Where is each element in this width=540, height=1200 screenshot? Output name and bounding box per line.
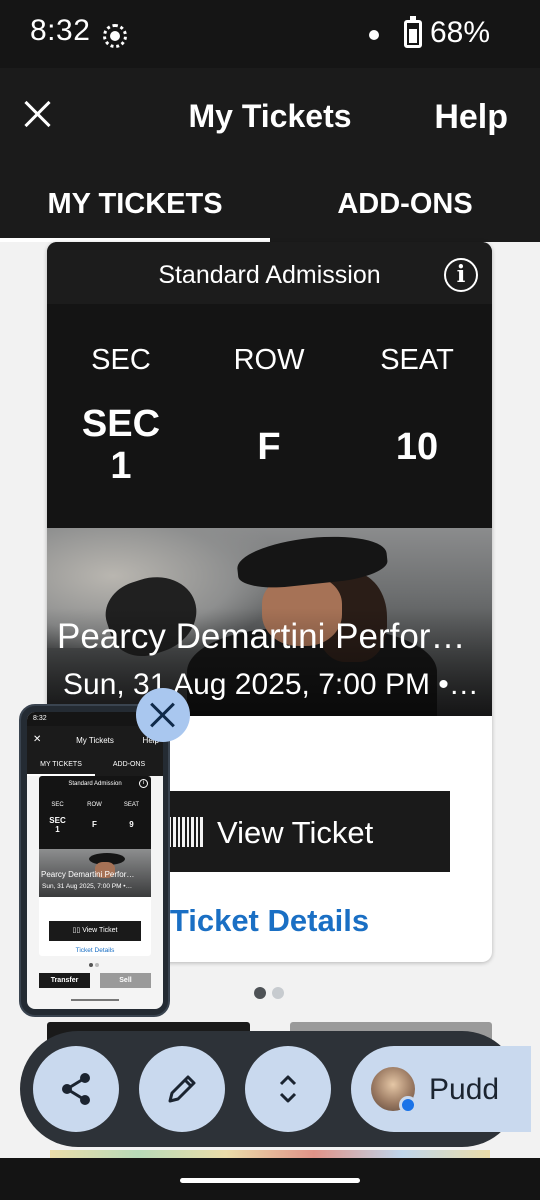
event-date: Sun, 31 Aug 2025, 7:00 PM •… [63, 668, 479, 701]
contact-name: Pudd [429, 1073, 500, 1106]
preview-sec-label: SEC [51, 802, 64, 808]
seat-label: SEAT [380, 344, 454, 376]
status-time: 8:32 [30, 14, 91, 47]
dismiss-preview-button[interactable] [136, 688, 190, 742]
battery-percent: 68% [430, 16, 491, 49]
pager-dot[interactable] [272, 987, 284, 999]
preview-admission: Standard Admission [68, 781, 122, 787]
preview-seat-value: 9 [129, 820, 134, 829]
tab-my-tickets[interactable]: MY TICKETS [0, 164, 270, 242]
preview-pager [89, 963, 101, 967]
screenshot-action-bar: Pudd [20, 1031, 531, 1147]
screenshot-thumbnail: 8:32 ✕ My Tickets Help MY TICKETS ADD-ON… [27, 712, 163, 1009]
admission-type: Standard Admission [158, 261, 381, 289]
seat-value: 10 [395, 426, 439, 468]
preview-seat-label: SEAT [123, 802, 140, 808]
preview-sell-button: Sell [100, 973, 151, 988]
system-nav-bar [0, 1158, 540, 1200]
help-link[interactable]: Help [434, 98, 508, 137]
app-header: My Tickets Help [0, 68, 540, 164]
preview-row-value: F [92, 820, 97, 829]
battery-icon [404, 16, 422, 48]
row-value: F [257, 426, 281, 468]
pager-dot-active[interactable] [254, 987, 266, 999]
status-bar: 8:32 68% [0, 0, 540, 68]
sec-label: SEC [91, 344, 151, 376]
ticket-seat-info: Standard Admission i SEC ROW SEAT SEC 1 … [47, 242, 492, 528]
preview-info-icon: i [139, 779, 148, 788]
preview-ticket-card: Standard Admission i SEC ROW SEAT SEC 1 … [39, 776, 151, 956]
row-label: ROW [233, 344, 305, 376]
barcode-icon [169, 817, 203, 847]
admission-bar: Standard Admission i [47, 242, 492, 304]
preview-transfer-button: Transfer [39, 973, 90, 988]
edit-icon [168, 1075, 196, 1103]
share-icon [62, 1073, 90, 1105]
preview-view-ticket-button: ▯▯ View Ticket [49, 921, 141, 941]
preview-event-image: Pearcy Demartini Perfor… Sun, 31 Aug 202… [39, 849, 151, 897]
expand-icon [279, 1075, 297, 1103]
home-handle[interactable] [180, 1178, 360, 1183]
preview-sec-value: SEC 1 [49, 816, 66, 834]
info-icon[interactable]: i [444, 258, 478, 292]
screenshot-preview[interactable]: 8:32 ✕ My Tickets Help MY TICKETS ADD-ON… [19, 704, 170, 1017]
expand-button[interactable] [245, 1046, 331, 1132]
sec-value: SEC 1 [81, 403, 161, 487]
messages-badge-icon [399, 1096, 417, 1114]
preview-event-date: Sun, 31 Aug 2025, 7:00 PM •… [42, 883, 133, 890]
preview-row-label: ROW [87, 802, 102, 808]
preview-event-name: Pearcy Demartini Perfor… [41, 870, 135, 879]
background-content-strip [50, 1150, 490, 1158]
share-button[interactable] [33, 1046, 119, 1132]
screen-record-icon [103, 24, 127, 48]
preview-tab-add-ons: ADD-ONS [112, 761, 146, 768]
preview-ticket-details: Ticket Details [75, 947, 115, 954]
preview-tab-my-tickets: MY TICKETS [40, 761, 82, 768]
notification-dot-icon [369, 30, 379, 40]
preview-view-ticket-label: View Ticket [82, 927, 118, 934]
event-image: Pearcy Demartini Perfor… Sun, 31 Aug 202… [47, 528, 492, 716]
share-contact-chip[interactable]: Pudd [351, 1046, 531, 1132]
edit-button[interactable] [139, 1046, 225, 1132]
tab-add-ons[interactable]: ADD-ONS [270, 164, 540, 242]
view-ticket-label: View Ticket [217, 815, 374, 850]
tab-bar: MY TICKETS ADD-ONS [0, 164, 540, 242]
event-name: Pearcy Demartini Perfor… [57, 617, 466, 656]
